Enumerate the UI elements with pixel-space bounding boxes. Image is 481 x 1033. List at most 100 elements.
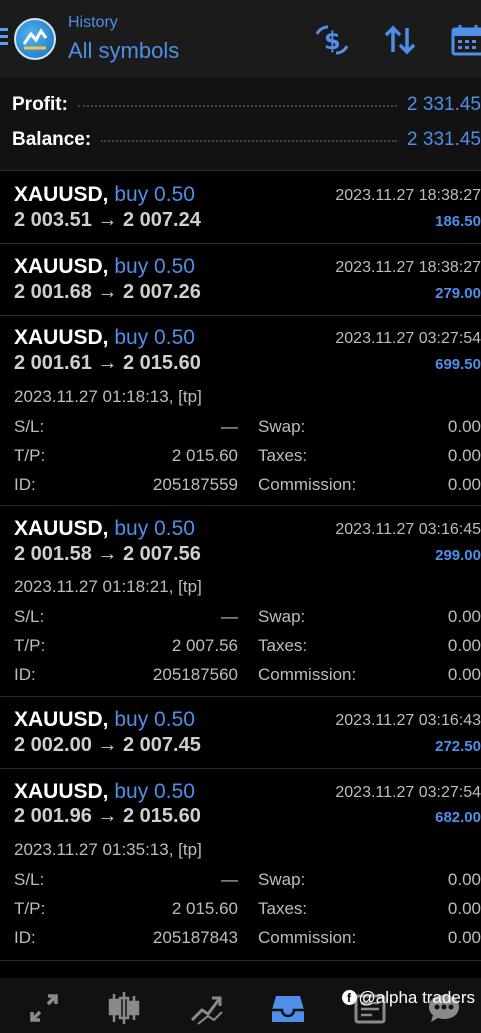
trade-row-expanded[interactable]: XAUUSD, buy 0.50 2 001.96 → 2 015.60 202… bbox=[0, 769, 481, 961]
profit-value: 2 331.45 bbox=[407, 94, 481, 115]
swap-label: Swap: bbox=[258, 417, 306, 436]
profit-row: Profit: 2 331.45 bbox=[12, 91, 481, 119]
trade-row[interactable]: XAUUSD, buy 0.50 2 001.68 → 2 007.26 202… bbox=[0, 244, 481, 316]
tp-value: 2 015.60 bbox=[171, 446, 238, 465]
tp-label: T/P: bbox=[14, 636, 46, 655]
trade-symbol: XAUUSD, buy 0.50 bbox=[14, 183, 195, 207]
id-value: 205187560 bbox=[152, 665, 238, 684]
trade-close-time: 2023.11.27 03:27:54 bbox=[335, 784, 481, 801]
balance-value: 2 331.45 bbox=[407, 129, 481, 150]
trade-open-time: 2023.11.27 01:18:13, [tp] bbox=[14, 387, 202, 406]
trade-direction: buy 0.50 bbox=[114, 517, 195, 540]
trade-prices: 2 001.68 → 2 007.26 bbox=[14, 281, 201, 303]
symbol-name: XAUUSD, bbox=[14, 708, 109, 731]
swap-value: 0.00 bbox=[447, 870, 481, 889]
header-title[interactable]: All symbols bbox=[68, 38, 179, 64]
swap-label: Swap: bbox=[258, 870, 306, 889]
taxes-label: Taxes: bbox=[258, 446, 308, 465]
sl-label: S/L: bbox=[14, 607, 45, 626]
taxes-value: 0.00 bbox=[447, 636, 481, 655]
dotted-leader bbox=[101, 138, 398, 142]
swap-label: Swap: bbox=[258, 607, 306, 626]
trade-profit: 299.00 bbox=[435, 547, 481, 564]
taxes-label: Taxes: bbox=[258, 899, 308, 918]
taxes-label: Taxes: bbox=[258, 636, 308, 655]
commission-value: 0.00 bbox=[447, 475, 481, 494]
watermark-text: @alpha traders bbox=[358, 988, 476, 1007]
trade-symbol: XAUUSD, buy 0.50 bbox=[14, 517, 195, 541]
trade-row[interactable]: XAUUSD, buy 0.50 2 003.51 → 2 007.24 202… bbox=[0, 171, 481, 244]
id-label: ID: bbox=[14, 928, 36, 947]
profit-label: Profit: bbox=[12, 94, 68, 115]
commission-label: Commission: bbox=[258, 665, 357, 684]
sort-icon[interactable] bbox=[382, 22, 418, 58]
account-summary: Profit: 2 331.45 Balance: 2 331.45 bbox=[0, 78, 481, 171]
header-subtitle: History bbox=[68, 14, 118, 31]
trade-close-time: 2023.11.27 03:27:54 bbox=[335, 330, 481, 347]
id-label: ID: bbox=[14, 665, 36, 684]
trade-close-time: 2023.11.27 03:16:45 bbox=[335, 521, 481, 538]
taxes-value: 0.00 bbox=[447, 899, 481, 918]
trade-prices: 2 002.00 → 2 007.45 bbox=[14, 734, 201, 756]
sl-label: S/L: bbox=[14, 870, 45, 889]
id-value: 205187843 bbox=[152, 928, 238, 947]
trade-open-time: 2023.11.27 01:18:21, [tp] bbox=[14, 577, 202, 596]
dollar-exchange-icon[interactable]: $ bbox=[314, 22, 350, 58]
trade-open-time: 2023.11.27 01:35:13, [tp] bbox=[14, 840, 202, 859]
symbol-name: XAUUSD, bbox=[14, 255, 109, 278]
trade-direction: buy 0.50 bbox=[114, 708, 195, 731]
commission-label: Commission: bbox=[258, 475, 357, 494]
swap-value: 0.00 bbox=[447, 417, 481, 436]
sl-value: — bbox=[221, 417, 238, 436]
chart-icon[interactable] bbox=[106, 990, 142, 1026]
commission-value: 0.00 bbox=[447, 928, 481, 947]
balance-row: Balance: 2 331.45 bbox=[12, 126, 481, 154]
history-icon[interactable] bbox=[270, 990, 306, 1026]
trade-profit: 682.00 bbox=[435, 809, 481, 826]
symbol-name: XAUUSD, bbox=[14, 326, 109, 349]
trade-symbol: XAUUSD, buy 0.50 bbox=[14, 326, 195, 350]
quotes-icon[interactable] bbox=[26, 990, 62, 1026]
trade-profit: 279.00 bbox=[435, 285, 481, 302]
menu-icon[interactable] bbox=[0, 28, 8, 46]
commission-label: Commission: bbox=[258, 928, 357, 947]
trade-row-expanded[interactable]: XAUUSD, buy 0.50 2 001.61 → 2 015.60 202… bbox=[0, 316, 481, 506]
calendar-icon[interactable] bbox=[450, 22, 481, 58]
symbol-name: XAUUSD, bbox=[14, 517, 109, 540]
id-label: ID: bbox=[14, 475, 36, 494]
tp-label: T/P: bbox=[14, 446, 46, 465]
trade-prices: 2 001.96 → 2 015.60 bbox=[14, 805, 201, 827]
trade-direction: buy 0.50 bbox=[114, 183, 195, 206]
trade-prices: 2 001.61 → 2 015.60 bbox=[14, 352, 201, 374]
trade-row-expanded[interactable]: XAUUSD, buy 0.50 2 001.58 → 2 007.56 202… bbox=[0, 506, 481, 697]
swap-value: 0.00 bbox=[447, 607, 481, 626]
trade-direction: buy 0.50 bbox=[114, 255, 195, 278]
taxes-value: 0.00 bbox=[447, 446, 481, 465]
trade-profit: 699.50 bbox=[435, 356, 481, 373]
tp-label: T/P: bbox=[14, 899, 46, 918]
trade-icon[interactable] bbox=[188, 990, 224, 1026]
trade-prices: 2 003.51 → 2 007.24 bbox=[14, 209, 201, 231]
trade-profit: 186.50 bbox=[435, 213, 481, 230]
symbol-name: XAUUSD, bbox=[14, 780, 109, 803]
sl-value: — bbox=[221, 870, 238, 889]
facebook-icon: f bbox=[341, 990, 357, 1005]
balance-label: Balance: bbox=[12, 129, 92, 150]
sl-label: S/L: bbox=[14, 417, 45, 436]
trade-row[interactable]: XAUUSD, buy 0.50 2 002.00 → 2 007.45 202… bbox=[0, 697, 481, 769]
trade-profit: 272.50 bbox=[435, 738, 481, 755]
trade-symbol: XAUUSD, buy 0.50 bbox=[14, 780, 195, 804]
trade-close-time: 2023.11.27 18:38:27 bbox=[335, 259, 481, 276]
tp-value: 2 007.56 bbox=[171, 636, 238, 655]
app-header: History All symbols $ bbox=[0, 0, 481, 78]
trade-prices: 2 001.58 → 2 007.56 bbox=[14, 543, 201, 565]
svg-text:$: $ bbox=[324, 27, 341, 55]
trade-direction: buy 0.50 bbox=[114, 780, 195, 803]
trade-close-time: 2023.11.27 18:38:27 bbox=[335, 187, 481, 204]
symbol-name: XAUUSD, bbox=[14, 183, 109, 206]
sl-value: — bbox=[221, 607, 238, 626]
id-value: 205187559 bbox=[152, 475, 238, 494]
trade-close-time: 2023.11.27 03:16:43 bbox=[335, 712, 481, 729]
commission-value: 0.00 bbox=[447, 665, 481, 684]
trade-direction: buy 0.50 bbox=[114, 326, 195, 349]
